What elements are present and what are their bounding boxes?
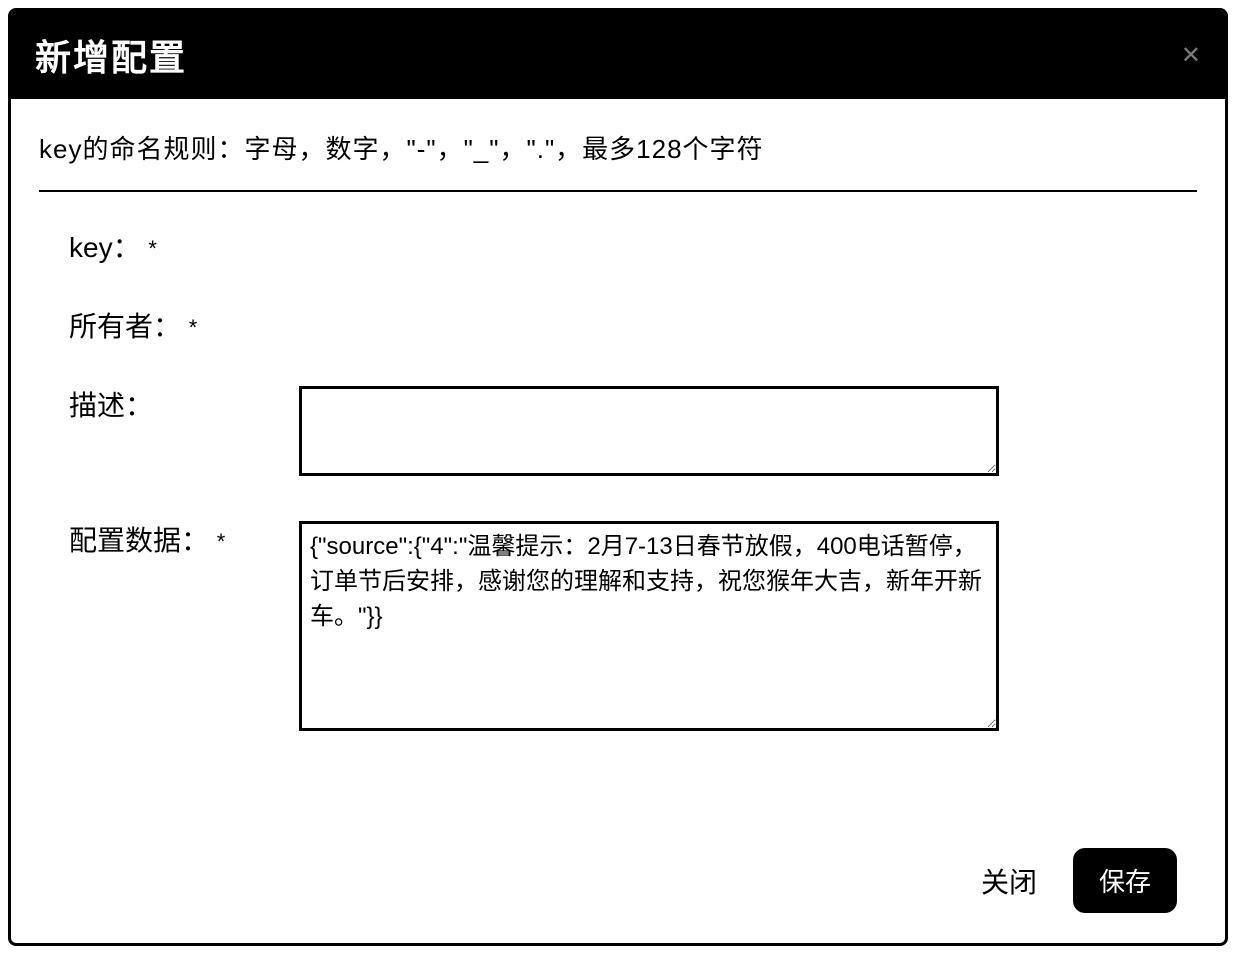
description-textarea[interactable]: [299, 386, 999, 476]
config-data-textarea[interactable]: [299, 521, 999, 731]
close-icon[interactable]: ✕: [1181, 41, 1201, 70]
divider: [39, 190, 1197, 192]
modal-footer: 关闭 保存: [11, 838, 1225, 943]
modal-header: 新增配置 ✕: [11, 11, 1225, 99]
form-row-owner: 所有者： *: [69, 307, 1187, 346]
key-required-mark: *: [148, 236, 157, 261]
form-row-key: key： *: [69, 228, 1187, 267]
naming-rule-text: key的命名规则：字母，数字，"-"，"_"，"."，最多128个字符: [39, 129, 1197, 166]
close-button[interactable]: 关闭: [981, 861, 1037, 901]
description-label: 描述：: [69, 386, 299, 425]
modal-dialog: 新增配置 ✕ key的命名规则：字母，数字，"-"，"_"，"."，最多128个…: [8, 8, 1228, 946]
config-data-label-text: 配置数据：: [69, 525, 209, 556]
description-control: [299, 386, 1187, 481]
owner-label-text: 所有者：: [69, 311, 181, 342]
modal-body: key的命名规则：字母，数字，"-"，"_"，"."，最多128个字符 key：…: [11, 99, 1225, 838]
config-data-label: 配置数据： *: [69, 521, 299, 560]
config-data-control: [299, 521, 1187, 736]
config-data-required-mark: *: [217, 530, 226, 555]
form-row-config-data: 配置数据： *: [69, 521, 1187, 736]
key-label: key： *: [69, 228, 299, 267]
owner-label: 所有者： *: [69, 307, 299, 346]
save-button[interactable]: 保存: [1073, 848, 1177, 913]
key-label-text: key：: [69, 232, 141, 263]
form-area: key： * 所有者： * 描述：: [39, 228, 1197, 776]
form-row-description: 描述：: [69, 386, 1187, 481]
description-label-text: 描述：: [69, 390, 153, 421]
modal-title: 新增配置: [35, 29, 187, 81]
owner-required-mark: *: [189, 315, 198, 340]
